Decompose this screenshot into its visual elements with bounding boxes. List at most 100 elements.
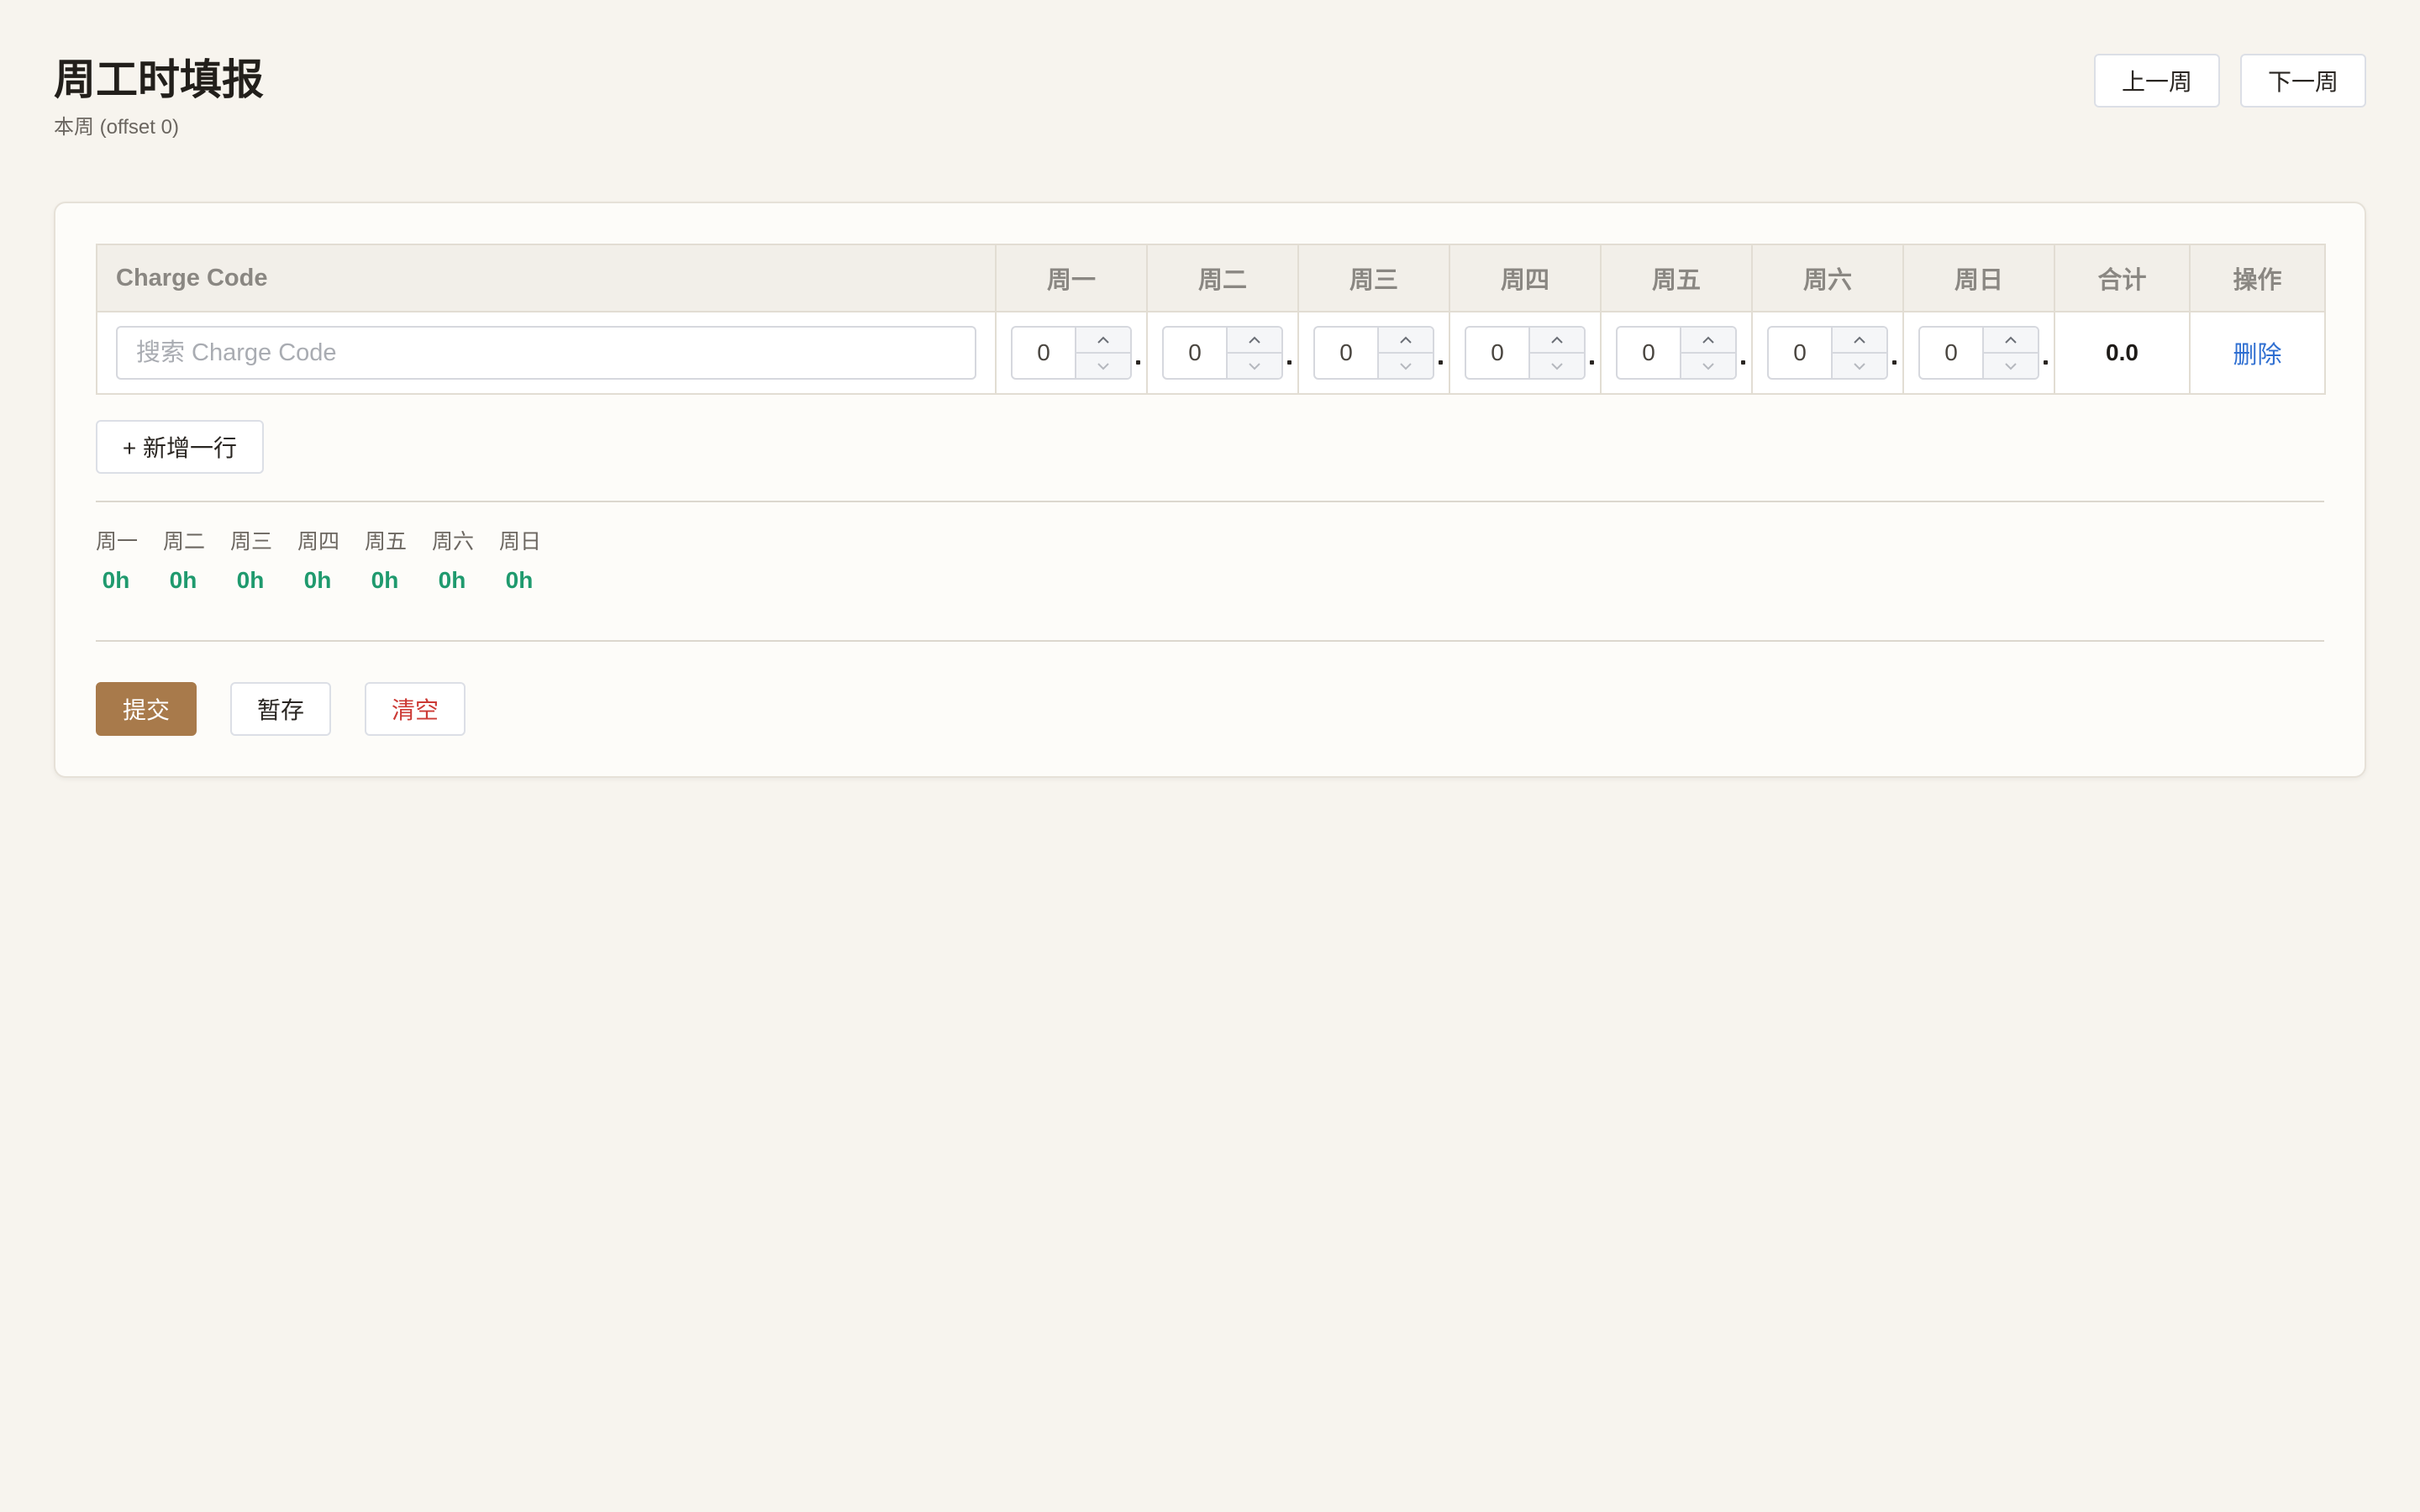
submit-button[interactable]: 提交: [96, 682, 197, 736]
stepper-controls: [1528, 328, 1584, 378]
summary-item-tue: 周二 0h: [163, 528, 230, 595]
next-week-button[interactable]: 下一周: [2239, 54, 2366, 108]
increment-button[interactable]: [1833, 328, 1886, 354]
increment-button[interactable]: [1681, 328, 1735, 354]
decimal-dot: [1892, 360, 1897, 365]
hours-stepper-thu[interactable]: 0: [1465, 326, 1586, 380]
chevron-up-icon: [1551, 336, 1563, 344]
column-header-total: 合计: [2054, 244, 2191, 312]
column-header-sun: 周日: [1902, 244, 2055, 312]
stepper-controls: [1831, 328, 1886, 378]
summary-day-label: 周日: [499, 530, 542, 554]
summary-item-mon: 周一 0h: [96, 528, 163, 595]
page-title: 周工时填报: [54, 56, 264, 103]
hours-cell-sun: 0: [1902, 311, 2055, 395]
stepper-controls: [1075, 328, 1130, 378]
hours-cell-wed: 0: [1297, 311, 1450, 395]
save-draft-button[interactable]: 暂存: [230, 682, 331, 736]
chevron-down-icon: [1702, 362, 1714, 370]
decrement-button[interactable]: [1833, 354, 1886, 378]
chevron-down-icon: [1854, 362, 1865, 370]
divider: [96, 501, 2324, 502]
charge-code-cell: [96, 311, 997, 395]
hours-input-sun[interactable]: 0: [1920, 328, 1982, 378]
chevron-down-icon: [1249, 362, 1260, 370]
hours-stepper-wrap: 0: [1162, 326, 1292, 380]
daily-summary: 周一 0h 周二 0h 周三 0h 周四 0h 周五 0h 周六 0h 周日 0…: [96, 528, 566, 595]
hours-stepper-wrap: 0: [1313, 326, 1443, 380]
hours-input-mon[interactable]: 0: [1013, 328, 1075, 378]
clear-button[interactable]: 清空: [365, 682, 466, 736]
summary-item-sat: 周六 0h: [432, 528, 499, 595]
row-total: 0.0: [2054, 311, 2191, 395]
summary-day-label: 周一: [96, 530, 139, 554]
summary-hours-value: 0h: [102, 567, 130, 593]
action-bar: 提交 暂存 清空: [96, 682, 466, 736]
summary-item-sun: 周日 0h: [499, 528, 566, 595]
decrement-button[interactable]: [1379, 354, 1433, 378]
decrement-button[interactable]: [1681, 354, 1735, 378]
hours-input-wed[interactable]: 0: [1315, 328, 1377, 378]
summary-day-label: 周六: [432, 530, 475, 554]
delete-row-link[interactable]: 删除: [2233, 342, 2281, 369]
chevron-down-icon: [1551, 362, 1563, 370]
hours-input-fri[interactable]: 0: [1618, 328, 1680, 378]
summary-item-wed: 周三 0h: [230, 528, 297, 595]
hours-stepper-mon[interactable]: 0: [1011, 326, 1132, 380]
decrement-button[interactable]: [1076, 354, 1130, 378]
increment-button[interactable]: [1228, 328, 1281, 354]
decrement-button[interactable]: [1530, 354, 1584, 378]
hours-stepper-tue[interactable]: 0: [1162, 326, 1283, 380]
hours-cell-sat: 0: [1751, 311, 1904, 395]
decimal-dot: [1741, 360, 1745, 365]
column-header-wed: 周三: [1297, 244, 1450, 312]
column-header-sat: 周六: [1751, 244, 1904, 312]
summary-hours-value: 0h: [438, 567, 466, 593]
column-header-action: 操作: [2189, 244, 2326, 312]
table-row: 0: [96, 311, 2326, 395]
hours-input-thu[interactable]: 0: [1466, 328, 1528, 378]
summary-hours-value: 0h: [169, 567, 197, 593]
summary-hours-value: 0h: [303, 567, 332, 593]
summary-item-fri: 周五 0h: [365, 528, 432, 595]
column-header-fri: 周五: [1600, 244, 1753, 312]
stepper-controls: [1377, 328, 1433, 378]
decrement-button[interactable]: [1228, 354, 1281, 378]
hours-input-tue[interactable]: 0: [1164, 328, 1226, 378]
hours-stepper-sun[interactable]: 0: [1918, 326, 2039, 380]
hours-cell-fri: 0: [1600, 311, 1753, 395]
increment-button[interactable]: [1379, 328, 1433, 354]
table-header-row: Charge Code 周一 周二 周三 周四 周五 周六 周日 合计 操作: [96, 244, 2326, 312]
hours-stepper-fri[interactable]: 0: [1616, 326, 1737, 380]
charge-code-search-input[interactable]: [116, 326, 976, 380]
chevron-up-icon: [1097, 336, 1109, 344]
increment-button[interactable]: [1984, 328, 2038, 354]
divider: [96, 640, 2324, 642]
hours-stepper-wed[interactable]: 0: [1313, 326, 1434, 380]
hours-stepper-wrap: 0: [1616, 326, 1745, 380]
timesheet-card: Charge Code 周一 周二 周三 周四 周五 周六 周日 合计 操作 搜…: [54, 202, 2366, 778]
add-row-button[interactable]: + 新增一行: [96, 420, 264, 474]
column-header-thu: 周四: [1449, 244, 1602, 312]
chevron-up-icon: [1854, 336, 1865, 344]
summary-hours-value: 0h: [371, 567, 399, 593]
increment-button[interactable]: [1530, 328, 1584, 354]
hours-input-sat[interactable]: 0: [1769, 328, 1831, 378]
prev-week-button[interactable]: 上一周: [2093, 54, 2220, 108]
summary-item-thu: 周四 0h: [297, 528, 365, 595]
summary-day-label: 周二: [163, 530, 206, 554]
stepper-controls: [1982, 328, 2038, 378]
chevron-up-icon: [1702, 336, 1714, 344]
decimal-dot: [1136, 360, 1140, 365]
chevron-down-icon: [1400, 362, 1412, 370]
hours-stepper-wrap: 0: [1465, 326, 1594, 380]
chevron-down-icon: [2005, 362, 2017, 370]
summary-day-label: 周五: [365, 530, 408, 554]
stepper-controls: [1226, 328, 1281, 378]
decrement-button[interactable]: [1984, 354, 2038, 378]
hours-stepper-wrap: 0: [1918, 326, 2048, 380]
increment-button[interactable]: [1076, 328, 1130, 354]
hours-cell-tue: 0: [1146, 311, 1299, 395]
decimal-dot: [1590, 360, 1594, 365]
hours-stepper-sat[interactable]: 0: [1767, 326, 1888, 380]
